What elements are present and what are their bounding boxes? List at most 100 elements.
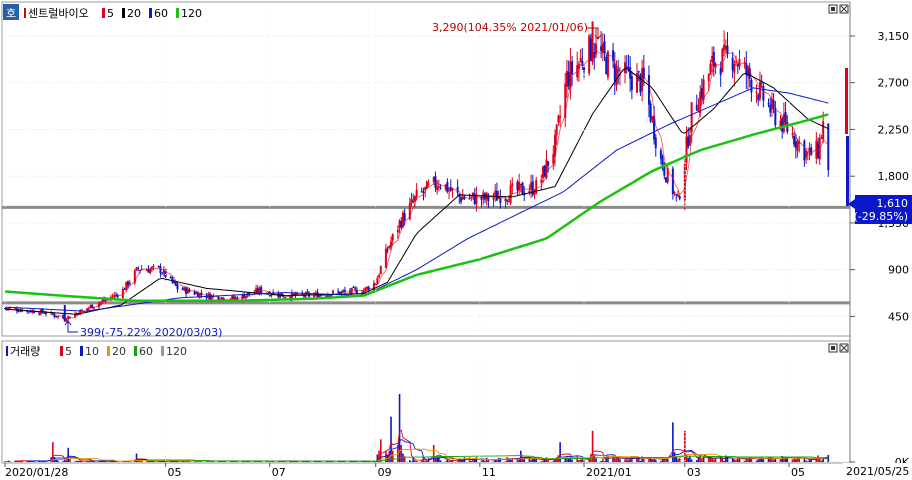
candle-body xyxy=(733,64,736,73)
candle-body xyxy=(547,161,550,166)
candle-body xyxy=(782,114,785,133)
candle-body xyxy=(589,38,592,61)
candle-body xyxy=(174,282,177,286)
candle-body xyxy=(533,193,536,195)
ma-legend-swatch xyxy=(102,8,105,18)
volume-bar xyxy=(504,461,507,462)
candle-body xyxy=(44,313,47,315)
candle-body xyxy=(521,182,524,195)
volume-bar xyxy=(473,459,476,462)
candle-body xyxy=(511,183,514,187)
candle-body xyxy=(135,267,138,271)
candle-body xyxy=(461,197,464,200)
ma-legend-swatch xyxy=(122,8,125,18)
volume-marker xyxy=(6,346,8,356)
volume-bar xyxy=(755,460,758,462)
volume-bar xyxy=(426,460,428,462)
x-tick-label: 2021/01 xyxy=(586,466,632,479)
volume-title: 거래량 xyxy=(10,345,40,358)
volume-bar xyxy=(771,458,773,462)
candle-body xyxy=(678,196,681,199)
volume-bar xyxy=(74,461,76,462)
candle-body xyxy=(531,181,534,195)
candle-body xyxy=(410,199,413,204)
candle-body xyxy=(579,58,582,62)
candle-body xyxy=(403,213,406,221)
volume-bar xyxy=(521,459,524,462)
volume-bar xyxy=(547,459,549,462)
current-price-value: 1,610 xyxy=(877,197,909,210)
volume-bar xyxy=(77,460,80,462)
candle-body xyxy=(128,282,131,285)
candle-body xyxy=(145,269,148,271)
candle-body xyxy=(354,288,357,290)
candle-body xyxy=(542,166,545,179)
candle-body xyxy=(386,249,389,251)
price-axis-ticks: 3,1502,7002,2501,8001,350900450 xyxy=(850,30,909,323)
volume-bar xyxy=(791,459,794,462)
volume-bar xyxy=(57,460,59,462)
candle-body xyxy=(390,241,393,247)
volume-bar xyxy=(533,459,536,462)
candle-body xyxy=(396,229,399,233)
candle-body xyxy=(663,166,666,176)
candle-body xyxy=(762,85,765,101)
volume-bar xyxy=(424,461,426,462)
candle-body xyxy=(176,284,179,290)
volume-bar xyxy=(448,460,450,462)
candle-body xyxy=(434,176,437,188)
volume-bar xyxy=(591,430,594,462)
price-tick-label: 900 xyxy=(888,264,909,277)
candle-body xyxy=(509,185,512,204)
candle-body xyxy=(651,116,654,120)
candle-body xyxy=(499,195,502,204)
volume-bar xyxy=(391,450,394,462)
x-tick-label: 05 xyxy=(168,466,182,479)
volume-bar xyxy=(619,459,621,462)
candle-body xyxy=(492,197,495,200)
candle-body xyxy=(665,177,668,183)
candle-body xyxy=(374,283,377,285)
candle-body xyxy=(559,115,562,118)
volume-bar xyxy=(444,461,447,462)
candle-body xyxy=(588,35,591,74)
candle-body xyxy=(352,286,355,288)
volume-bar xyxy=(456,461,459,462)
price-tick-label: 3,150 xyxy=(878,30,910,43)
candle-body xyxy=(707,74,710,82)
volume-bar xyxy=(482,459,485,462)
volume-bar xyxy=(542,460,544,462)
candle-body xyxy=(516,181,519,191)
candle-body xyxy=(378,275,381,278)
volume-bar xyxy=(735,459,737,462)
volume-bar xyxy=(684,430,686,462)
candle-body xyxy=(38,313,41,315)
volume-bar xyxy=(707,457,710,462)
candle-body xyxy=(637,71,640,73)
candle-body xyxy=(606,51,609,78)
volume-bar xyxy=(432,445,435,462)
volume-bar xyxy=(595,458,597,462)
x-tick-label: 07 xyxy=(272,466,286,479)
stock-chart: 3,1502,7002,2501,8001,350900450 20,000K0… xyxy=(1,1,912,480)
volume-bar xyxy=(743,460,746,462)
volume-bar xyxy=(472,459,474,462)
ma-legend-label: 60 xyxy=(154,7,168,20)
volume-bar xyxy=(581,459,584,462)
volume-bar xyxy=(772,459,775,462)
ma-legend-label: 120 xyxy=(181,7,202,20)
volume-bar xyxy=(762,459,765,462)
candle-body xyxy=(796,140,799,151)
volume-bar xyxy=(492,461,495,462)
candle-body xyxy=(448,189,451,191)
candle-body xyxy=(711,55,714,63)
candle-body xyxy=(439,187,442,189)
candle-body xyxy=(791,133,794,135)
volume-panel-frame xyxy=(1,340,851,464)
volume-legend-label: 5 xyxy=(65,345,72,358)
candle-body xyxy=(432,176,435,183)
candle-body xyxy=(125,281,128,290)
volume-bar xyxy=(145,461,148,462)
volume-bar xyxy=(690,459,693,462)
volume-bar xyxy=(625,459,628,462)
